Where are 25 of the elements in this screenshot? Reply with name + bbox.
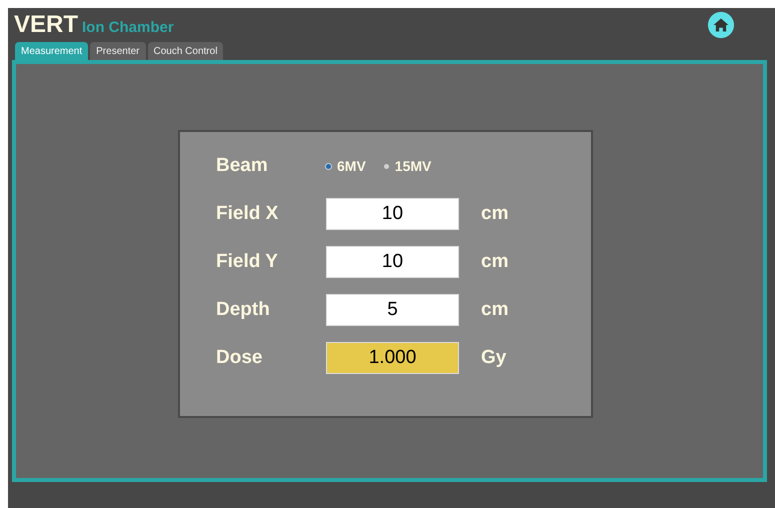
radio-label: 15MV bbox=[394, 158, 432, 174]
tab[interactable]: Couch Control bbox=[148, 42, 224, 60]
radio-option[interactable]: 15MV bbox=[384, 158, 432, 174]
field-label: Dose bbox=[216, 347, 264, 369]
radio-label: 6MV bbox=[337, 158, 366, 174]
input-field[interactable]: 10 bbox=[326, 246, 459, 278]
home-icon[interactable] bbox=[707, 11, 735, 39]
tab[interactable]: Measurement bbox=[15, 42, 88, 60]
radio-option[interactable]: 6MV bbox=[326, 158, 366, 174]
unit-label: cm bbox=[481, 299, 508, 321]
unit-label: cm bbox=[481, 251, 508, 273]
dose-output: 1.000 bbox=[326, 342, 459, 374]
field-label: Depth bbox=[216, 299, 271, 321]
radio-icon[interactable] bbox=[384, 164, 389, 168]
input-field[interactable]: 5 bbox=[326, 294, 459, 326]
tab[interactable]: Presenter bbox=[90, 42, 146, 60]
unit-label: Gy bbox=[481, 347, 506, 369]
app-logo-text: VERT bbox=[14, 11, 78, 39]
radio-icon[interactable] bbox=[326, 164, 331, 168]
field-label: Beam bbox=[216, 155, 269, 177]
field-label: Field Y bbox=[216, 251, 279, 273]
app-title: Ion Chamber bbox=[82, 19, 174, 36]
input-field[interactable]: 10 bbox=[326, 198, 459, 230]
field-label: Field X bbox=[216, 203, 280, 225]
unit-label: cm bbox=[481, 203, 508, 225]
